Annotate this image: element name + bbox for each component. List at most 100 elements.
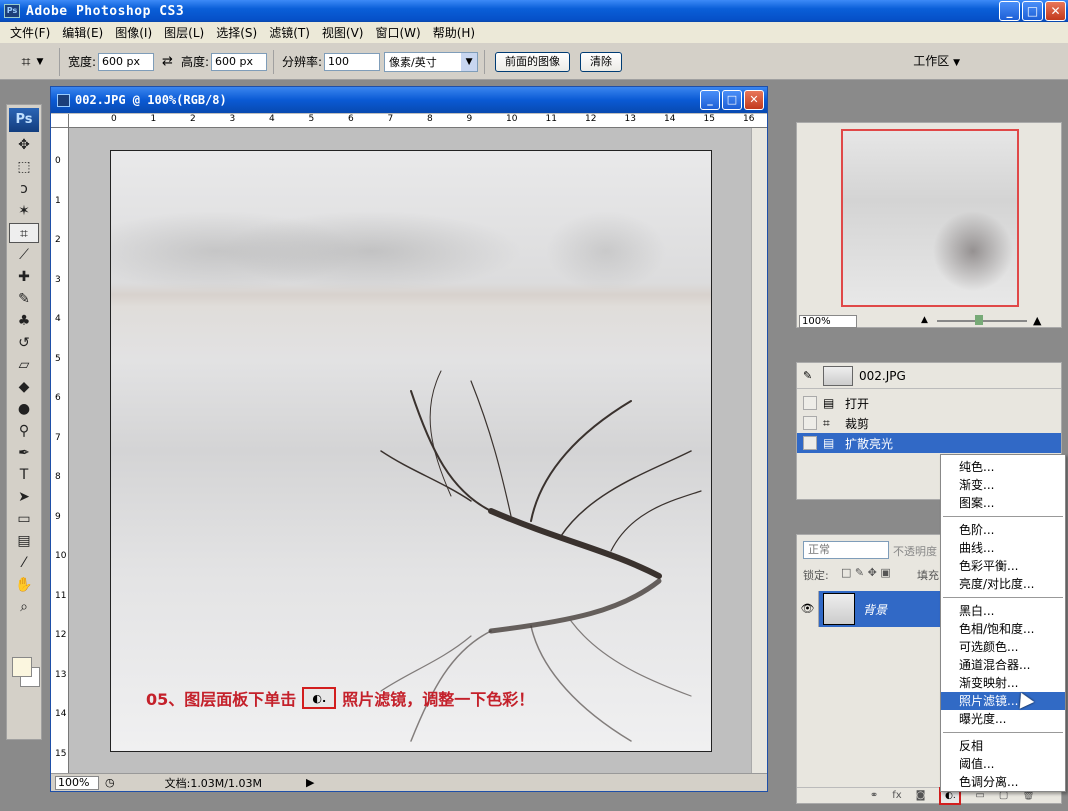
menu-layer[interactable]: 图层(L) — [158, 24, 210, 41]
menu-image[interactable]: 图像(I) — [109, 24, 158, 41]
lock-icons[interactable]: □ ✎ ✥ ▣ — [841, 566, 891, 579]
history-source-checkbox[interactable] — [803, 416, 817, 430]
history-item-label: 裁剪 — [845, 416, 870, 431]
history-item[interactable]: ▤ 打开 — [797, 393, 1061, 413]
menu-item[interactable]: 通道混合器... — [941, 656, 1065, 674]
history-brush-icon[interactable]: ↺ — [9, 333, 39, 353]
tool-preset-picker[interactable]: ⌗ ▼ — [6, 47, 60, 76]
blur-tool-icon[interactable]: ● — [9, 399, 39, 419]
type-tool-icon[interactable]: T — [9, 465, 39, 485]
workspace-menu[interactable]: 工作区 ▼ — [913, 52, 960, 69]
menu-window[interactable]: 窗口(W) — [369, 24, 426, 41]
lasso-tool-icon[interactable]: ↄ — [9, 179, 39, 199]
menu-item[interactable]: 曝光度... — [941, 710, 1065, 728]
menu-help[interactable]: 帮助(H) — [427, 24, 481, 41]
doc-close-button[interactable]: ✕ — [744, 90, 764, 110]
ruler-h-tick: 14 — [664, 114, 676, 124]
history-item-selected[interactable]: ▤ 扩散亮光 — [797, 433, 1061, 453]
zoom-slider-handle[interactable] — [975, 315, 983, 325]
image-canvas[interactable] — [110, 150, 712, 752]
resolution-input[interactable] — [324, 52, 381, 71]
ruler-v-tick: 15 — [55, 748, 67, 759]
menu-item[interactable]: 曲线... — [941, 539, 1065, 557]
link-layers-icon[interactable]: ⚭ — [870, 790, 878, 801]
layer-mask-icon[interactable]: ◙ — [916, 790, 926, 801]
zoom-tool-icon[interactable]: ⌕ — [9, 597, 39, 617]
menu-item[interactable]: 色阶... — [941, 521, 1065, 539]
vertical-ruler[interactable]: 0 1 2 3 4 5 6 7 8 9 10 11 12 13 14 15 — [51, 128, 69, 775]
navigator-zoom-field[interactable]: 100% — [799, 315, 857, 328]
marquee-tool-icon[interactable]: ⬚ — [9, 157, 39, 177]
dodge-tool-icon[interactable]: ⚲ — [9, 421, 39, 441]
eyedropper-icon[interactable]: ⁄ — [9, 553, 39, 573]
menu-item[interactable]: 渐变... — [941, 476, 1065, 494]
menu-item[interactable]: 可选颜色... — [941, 638, 1065, 656]
vertical-scrollbar[interactable] — [751, 128, 767, 775]
zoom-level-field[interactable]: 100% — [55, 775, 99, 790]
history-source-checkbox[interactable] — [803, 436, 817, 450]
healing-brush-icon[interactable]: ✚ — [9, 267, 39, 287]
history-snapshot[interactable]: ✎ 002.JPG — [797, 363, 1061, 389]
slice-tool-icon[interactable]: ⟋ — [9, 245, 39, 265]
menu-filter[interactable]: 滤镜(T) — [263, 24, 316, 41]
menu-item[interactable]: 黑白... — [941, 602, 1065, 620]
ruler-h-tick: 9 — [466, 114, 473, 124]
paint-bucket-icon[interactable]: ◆ — [9, 377, 39, 397]
menu-item[interactable]: 照片滤镜... — [941, 692, 1065, 710]
zoom-out-icon[interactable]: ▲ — [921, 315, 928, 325]
menu-item[interactable]: 色相/饱和度... — [941, 620, 1065, 638]
width-input[interactable] — [98, 52, 155, 71]
menu-item[interactable]: 图案... — [941, 494, 1065, 512]
menu-item[interactable]: 色调分离... — [941, 773, 1065, 791]
navigator-thumbnail[interactable] — [841, 129, 1019, 307]
app-title: Adobe Photoshop CS3 — [26, 3, 185, 19]
notes-tool-icon[interactable]: ▤ — [9, 531, 39, 551]
foreground-color-swatch[interactable] — [12, 657, 32, 677]
status-menu-icon[interactable]: ◷ — [105, 776, 115, 789]
zoom-in-icon[interactable]: ▲ — [1033, 314, 1041, 327]
menu-item[interactable]: 阈值... — [941, 755, 1065, 773]
menu-view[interactable]: 视图(V) — [316, 24, 370, 41]
move-tool-icon[interactable]: ✥ — [9, 135, 39, 155]
close-button[interactable]: ✕ — [1045, 1, 1066, 21]
resolution-unit-select[interactable]: 像素/英寸 ▼ — [384, 51, 479, 72]
menu-item[interactable]: 反相 — [941, 737, 1065, 755]
menu-item[interactable]: 渐变映射... — [941, 674, 1065, 692]
ruler-origin[interactable] — [51, 114, 69, 128]
crop-tool-icon[interactable]: ⌗ — [9, 223, 39, 243]
history-item[interactable]: ⌗ 裁剪 — [797, 413, 1061, 433]
status-arrow-icon[interactable]: ▶ — [306, 776, 314, 789]
menu-item[interactable]: 纯色... — [941, 458, 1065, 476]
layer-style-icon[interactable]: fx — [892, 790, 901, 801]
hand-tool-icon[interactable]: ✋ — [9, 575, 39, 595]
history-brush-source-icon[interactable]: ✎ — [803, 369, 812, 382]
height-input[interactable] — [211, 52, 267, 71]
clone-stamp-icon[interactable]: ♣ — [9, 311, 39, 331]
history-source-checkbox[interactable] — [803, 396, 817, 410]
adjustment-layer-icon: ◐. — [302, 687, 337, 709]
menu-file[interactable]: 文件(F) — [4, 24, 56, 41]
horizontal-ruler[interactable]: 0 1 2 3 4 5 6 7 8 9 10 11 12 13 14 15 16 — [69, 114, 767, 128]
ruler-h-tick: 7 — [387, 114, 394, 124]
blend-mode-select[interactable]: 正常 — [803, 541, 889, 559]
front-image-button[interactable]: 前面的图像 — [495, 51, 571, 72]
maximize-button[interactable]: □ — [1022, 1, 1043, 21]
path-select-icon[interactable]: ➤ — [9, 487, 39, 507]
doc-minimize-button[interactable]: _ — [700, 90, 720, 110]
doc-maximize-button[interactable]: □ — [722, 90, 742, 110]
brush-tool-icon[interactable]: ✎ — [9, 289, 39, 309]
pen-tool-icon[interactable]: ✒ — [9, 443, 39, 463]
magic-wand-tool-icon[interactable]: ✶ — [9, 201, 39, 221]
eye-icon[interactable]: 👁 — [797, 591, 819, 627]
menu-select[interactable]: 选择(S) — [210, 24, 263, 41]
menu-edit[interactable]: 编辑(E) — [56, 24, 109, 41]
shape-tool-icon[interactable]: ▭ — [9, 509, 39, 529]
menu-item[interactable]: 亮度/对比度... — [941, 575, 1065, 593]
menu-item[interactable]: 色彩平衡... — [941, 557, 1065, 575]
eraser-tool-icon[interactable]: ▱ — [9, 355, 39, 375]
swap-dimensions-icon[interactable]: ⇄ — [162, 54, 173, 69]
crop-icon: ⌗ — [21, 51, 31, 71]
app-title-bar: Ps Adobe Photoshop CS3 _ □ ✕ — [0, 0, 1068, 22]
clear-button[interactable]: 清除 — [580, 51, 623, 72]
minimize-button[interactable]: _ — [999, 1, 1020, 21]
